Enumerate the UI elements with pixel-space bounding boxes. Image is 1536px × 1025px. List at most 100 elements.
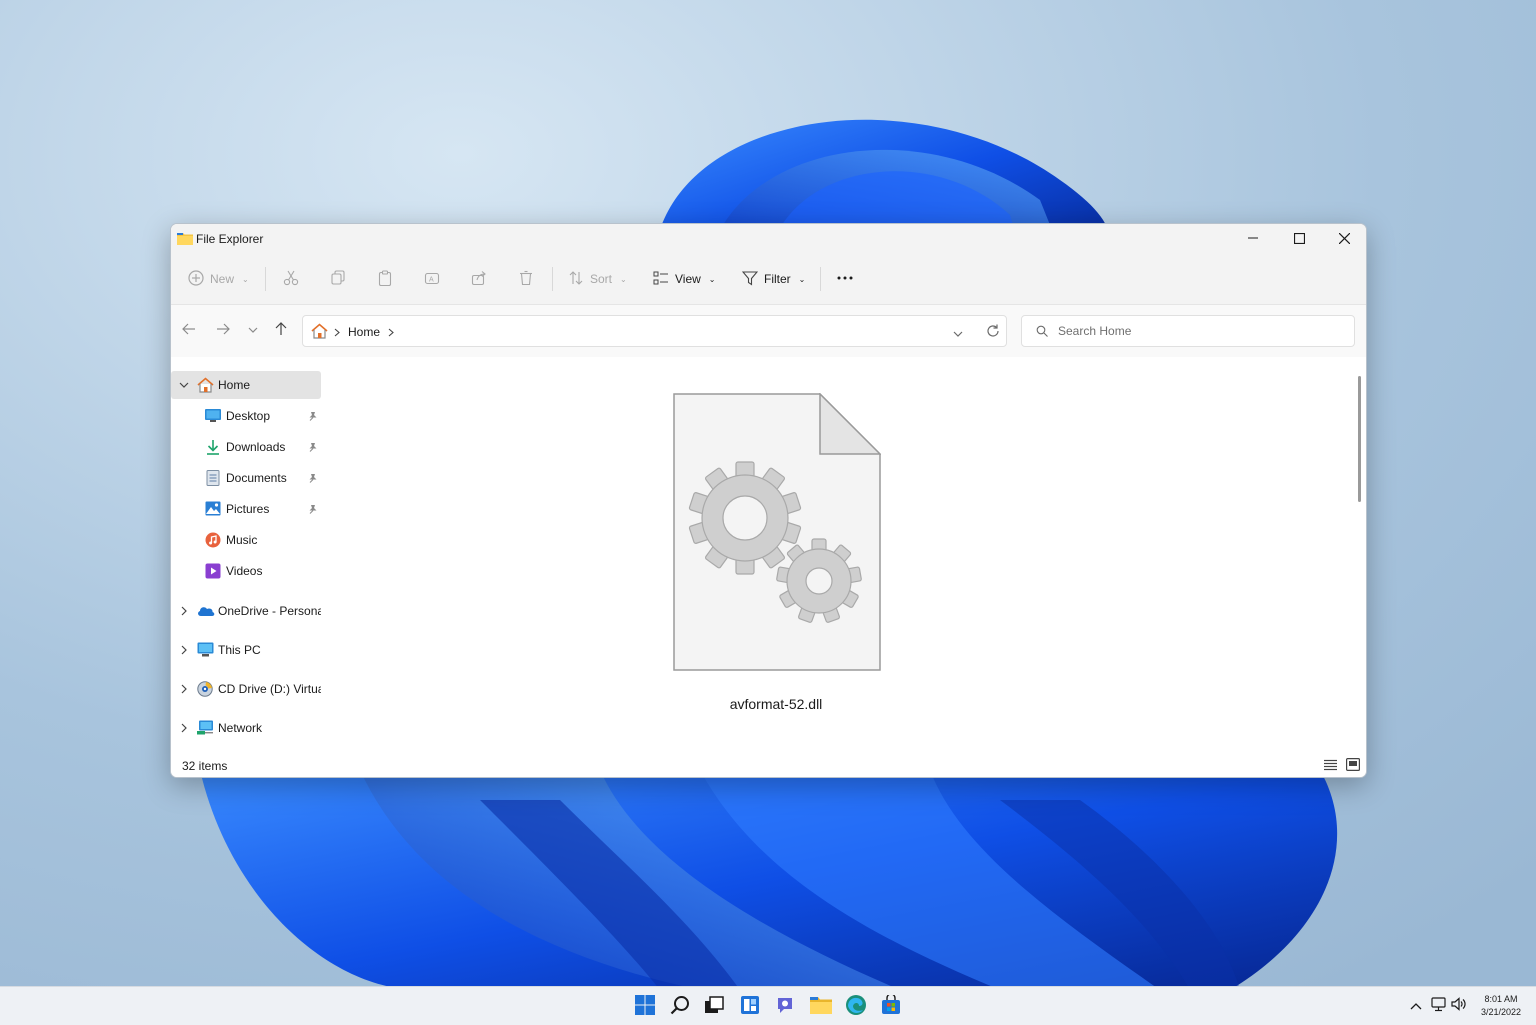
refresh-button[interactable] bbox=[986, 324, 1000, 341]
home-icon bbox=[197, 377, 214, 396]
widgets-icon bbox=[740, 995, 760, 1018]
close-button[interactable] bbox=[1322, 224, 1366, 252]
chevron-right-icon[interactable] bbox=[179, 644, 189, 658]
more-options-button[interactable] bbox=[836, 254, 854, 304]
sidebar-item-downloads[interactable]: Downloads bbox=[171, 433, 321, 461]
store-button[interactable] bbox=[878, 992, 904, 1019]
network-icon bbox=[197, 720, 214, 738]
task-view-button[interactable] bbox=[701, 993, 727, 1019]
start-icon bbox=[635, 994, 655, 1018]
back-button[interactable] bbox=[178, 319, 200, 341]
file-name-label: avformat-52.dll bbox=[729, 696, 823, 712]
pin-icon bbox=[308, 410, 318, 424]
sidebar-item-videos[interactable]: Videos bbox=[171, 557, 321, 585]
sort-icon bbox=[568, 270, 584, 289]
sidebar-item-desktop[interactable]: Desktop bbox=[171, 402, 321, 430]
search-box[interactable] bbox=[1021, 315, 1355, 347]
copy-icon bbox=[330, 269, 346, 289]
clock-date: 3/21/2022 bbox=[1480, 1007, 1522, 1017]
filter-button[interactable]: Filter ⌄ bbox=[741, 254, 806, 304]
volume-icon[interactable] bbox=[1451, 997, 1467, 1014]
sidebar-item-label: Documents bbox=[226, 471, 287, 485]
toolbar-divider bbox=[820, 267, 821, 291]
delete-button[interactable] bbox=[518, 254, 534, 304]
chevron-down-icon[interactable] bbox=[179, 379, 189, 393]
view-button[interactable]: View ⌄ bbox=[653, 254, 716, 304]
cut-button[interactable] bbox=[283, 254, 299, 304]
more-icon bbox=[836, 270, 854, 289]
sidebar-item-label: Home bbox=[218, 378, 251, 392]
copy-button[interactable] bbox=[330, 254, 346, 304]
filter-label: Filter bbox=[764, 272, 791, 286]
sidebar-item-network[interactable]: Network bbox=[171, 714, 321, 742]
window-title: File Explorer bbox=[196, 232, 264, 246]
file-explorer-taskbar-button[interactable] bbox=[808, 993, 834, 1019]
share-button[interactable] bbox=[471, 254, 487, 304]
chevron-right-icon[interactable] bbox=[179, 722, 189, 736]
chevron-right-icon[interactable] bbox=[179, 683, 189, 697]
minimize-button[interactable] bbox=[1231, 224, 1275, 252]
system-clock[interactable]: 8:01 AM 3/21/2022 bbox=[1474, 993, 1528, 1019]
chat-button[interactable] bbox=[772, 993, 798, 1019]
details-view-button[interactable] bbox=[1324, 759, 1337, 774]
breadcrumb-separator-icon bbox=[388, 326, 394, 340]
desktop-icon bbox=[205, 408, 221, 425]
navigation-bar: Home bbox=[171, 305, 1366, 357]
sidebar-item-this-pc[interactable]: This PC bbox=[171, 636, 321, 664]
taskbar-search-button[interactable] bbox=[667, 993, 693, 1019]
address-history-button[interactable] bbox=[953, 327, 963, 341]
toolbar-divider bbox=[265, 267, 266, 291]
sidebar-item-pictures[interactable]: Pictures bbox=[171, 495, 321, 523]
scissors-icon bbox=[283, 270, 299, 289]
sidebar-item-label: Downloads bbox=[226, 440, 286, 454]
toolbar-divider bbox=[552, 267, 553, 291]
filter-icon bbox=[741, 270, 759, 289]
forward-button[interactable] bbox=[212, 319, 234, 341]
widgets-button[interactable] bbox=[737, 993, 763, 1019]
title-bar[interactable]: File Explorer bbox=[171, 224, 1366, 254]
vertical-scrollbar[interactable] bbox=[1358, 376, 1361, 502]
search-input[interactable] bbox=[1058, 323, 1338, 339]
start-button[interactable] bbox=[632, 993, 658, 1019]
sidebar-item-label: Pictures bbox=[226, 502, 270, 516]
sort-button[interactable]: Sort ⌄ bbox=[568, 254, 627, 304]
dll-file-icon bbox=[673, 393, 881, 671]
sidebar-item-music[interactable]: Music bbox=[171, 526, 321, 554]
show-hidden-icons-button[interactable] bbox=[1410, 999, 1422, 1013]
cd-drive-icon bbox=[197, 681, 213, 700]
share-icon bbox=[471, 270, 487, 289]
task-view-icon bbox=[704, 995, 724, 1017]
new-button[interactable]: New ⌄ bbox=[188, 254, 249, 304]
file-list-area[interactable]: avformat-52.dll bbox=[321, 357, 1351, 753]
sidebar-item-documents[interactable]: Documents bbox=[171, 464, 321, 492]
chevron-down-icon bbox=[248, 323, 258, 337]
network-status-icon[interactable] bbox=[1431, 997, 1447, 1015]
sidebar-item-cd-drive[interactable]: CD Drive (D:) Virtual bbox=[171, 675, 327, 703]
edge-button[interactable] bbox=[843, 993, 869, 1019]
sidebar-item-label: This PC bbox=[218, 643, 261, 657]
chevron-down-icon: ⌄ bbox=[708, 274, 716, 284]
file-explorer-window: File Explorer New ⌄ A Sort ⌄ View ⌄ Filt… bbox=[170, 223, 1367, 778]
sort-label: Sort bbox=[590, 272, 613, 286]
maximize-button[interactable] bbox=[1277, 224, 1321, 252]
command-bar: New ⌄ A Sort ⌄ View ⌄ Filter ⌄ bbox=[171, 254, 1366, 305]
folder-icon bbox=[177, 231, 193, 248]
paste-button[interactable] bbox=[377, 254, 393, 304]
status-bar: 32 items bbox=[171, 753, 1366, 777]
large-icons-view-button[interactable] bbox=[1346, 758, 1361, 774]
sidebar-item-label: OneDrive - Personal bbox=[218, 604, 327, 618]
chevron-right-icon[interactable] bbox=[179, 605, 189, 619]
recent-locations-button[interactable] bbox=[242, 319, 264, 341]
edge-icon bbox=[845, 994, 867, 1019]
chevron-down-icon: ⌄ bbox=[798, 274, 806, 284]
search-icon bbox=[670, 995, 690, 1018]
up-button[interactable] bbox=[270, 319, 292, 341]
sidebar-item-onedrive[interactable]: OneDrive - Personal bbox=[171, 597, 327, 625]
sidebar-item-label: Music bbox=[226, 533, 258, 547]
arrow-right-icon bbox=[216, 323, 230, 338]
breadcrumb-home[interactable]: Home bbox=[348, 325, 380, 339]
sidebar-item-home[interactable]: Home bbox=[171, 371, 321, 399]
rename-button[interactable]: A bbox=[424, 254, 440, 304]
address-bar[interactable]: Home bbox=[302, 315, 1007, 347]
file-item[interactable]: avformat-52.dll bbox=[661, 387, 891, 717]
